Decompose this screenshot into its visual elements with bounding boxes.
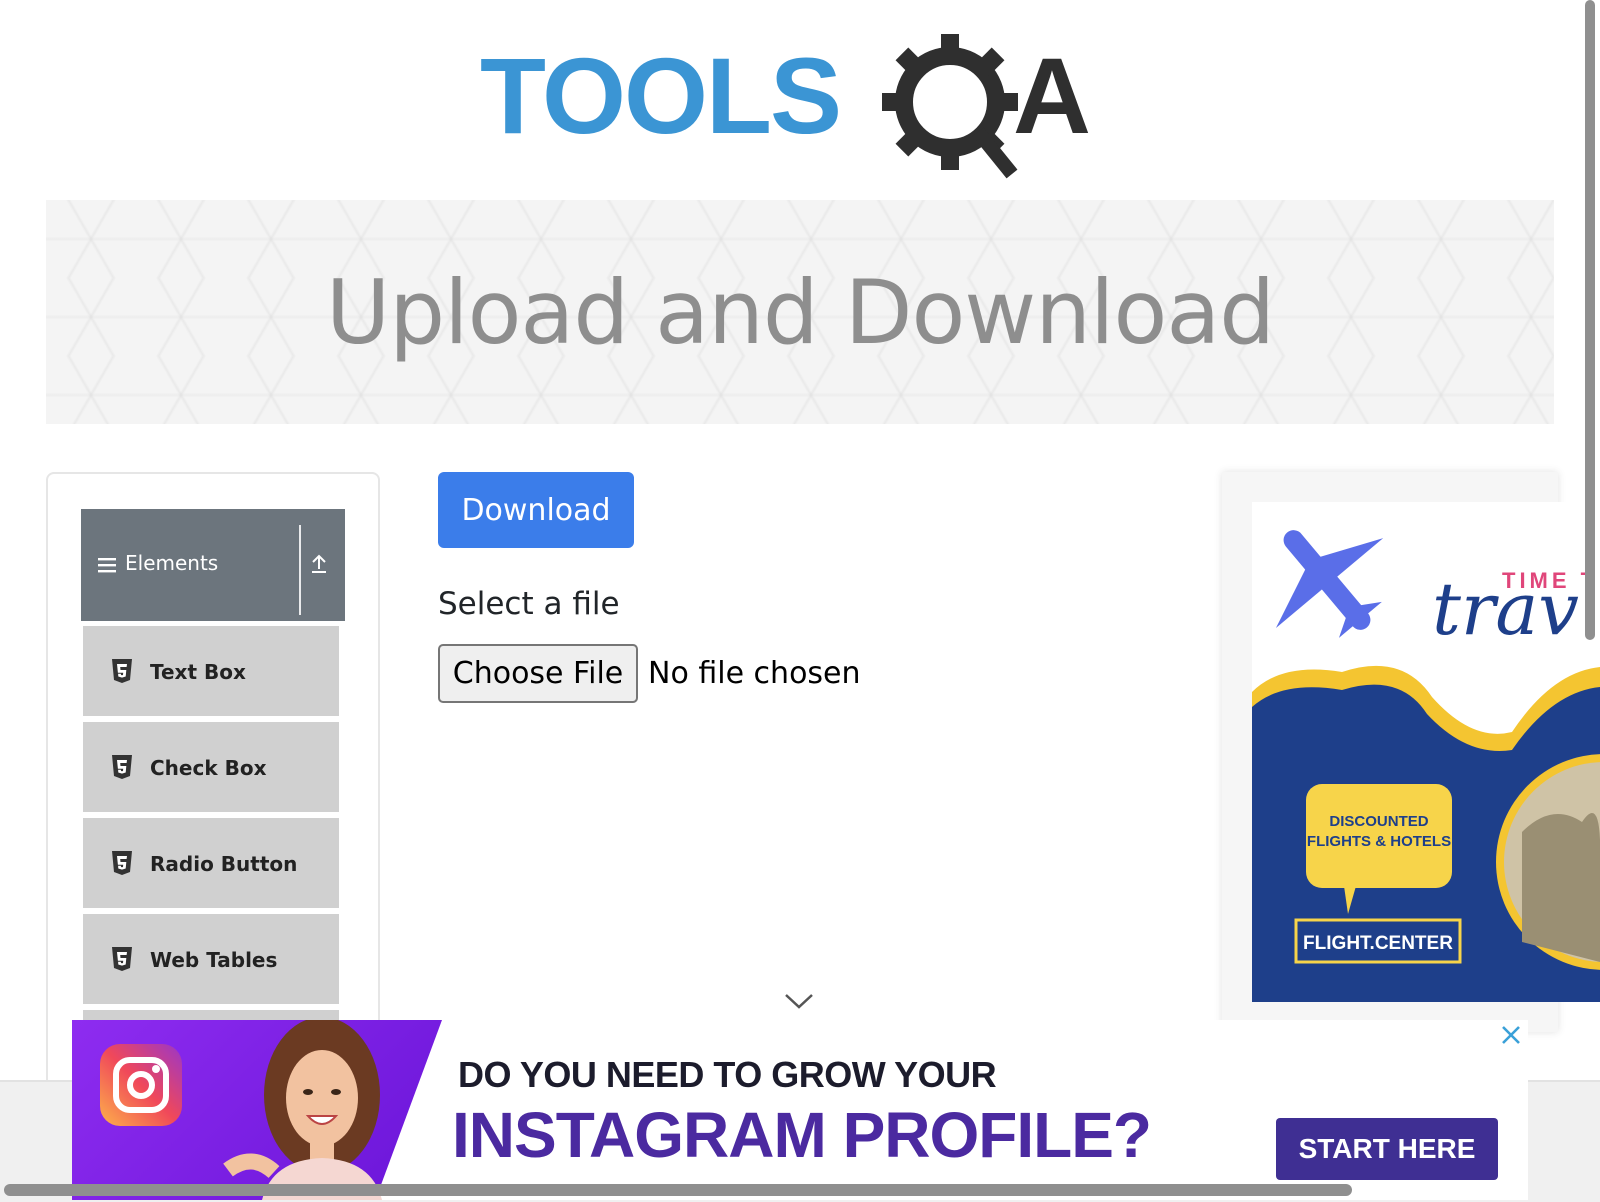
sidebar-item-label: Radio Button	[150, 852, 298, 876]
html5-icon	[112, 659, 132, 683]
horizontal-scrollbar[interactable]	[4, 1184, 1352, 1196]
sidebar-item-check-box[interactable]: Check Box	[83, 722, 339, 812]
download-button[interactable]: Download	[438, 472, 634, 548]
page-banner: Upload and Download	[46, 200, 1554, 424]
vertical-scrollbar[interactable]	[1585, 0, 1595, 640]
toolsqa-logo[interactable]: TOOLS A	[480, 30, 1130, 180]
collapse-arrow-icon[interactable]	[309, 553, 329, 575]
no-file-chosen-text: No file chosen	[648, 656, 861, 691]
ad-headline-line2: INSTAGRAM PROFILE?	[452, 1099, 1152, 1171]
html5-icon	[112, 947, 132, 971]
logo-text-a: A	[1013, 35, 1091, 156]
sidebar-item-radio-button[interactable]: Radio Button	[83, 818, 339, 908]
choose-file-button[interactable]: Choose File	[438, 644, 638, 703]
sidebar-panel: Elements Text Box Check Box Radio Button	[46, 472, 380, 1096]
sidebar-group-label: Elements	[125, 551, 219, 575]
hamburger-icon	[98, 558, 116, 573]
html5-icon	[112, 851, 132, 875]
select-file-label: Select a file	[438, 586, 620, 622]
ad-bubble-text-2: FLIGHTS & HOTELS	[1307, 833, 1451, 850]
close-icon[interactable]	[1500, 1024, 1522, 1046]
sidebar-group-elements[interactable]: Elements	[81, 509, 345, 621]
sidebar-item-label: Text Box	[150, 660, 246, 684]
sidebar-item-label: Check Box	[150, 756, 267, 780]
logo-text-tools: TOOLS	[480, 35, 840, 156]
sidebar-item-label: Web Tables	[150, 948, 278, 972]
travel-ad[interactable]: TIME T trav DISCOUNTED FLIGHTS & HOTELS …	[1252, 502, 1600, 1002]
group-divider	[299, 525, 301, 615]
start-here-button[interactable]: START HERE	[1276, 1118, 1498, 1180]
woman-image	[223, 1020, 382, 1200]
chevron-down-icon[interactable]	[784, 992, 814, 1010]
ad-brand: FLIGHT.CENTER	[1303, 933, 1453, 954]
ad-headline-line1: DO YOU NEED TO GROW YOUR	[458, 1054, 997, 1095]
instagram-ad[interactable]: DO YOU NEED TO GROW YOUR INSTAGRAM PROFI…	[72, 1020, 1528, 1200]
instagram-icon	[100, 1044, 182, 1126]
sidebar-item-web-tables[interactable]: Web Tables	[83, 914, 339, 1004]
ad-title-script: trav	[1432, 567, 1579, 651]
html5-icon	[112, 755, 132, 779]
page-title: Upload and Download	[325, 260, 1275, 364]
gear-icon	[882, 34, 1018, 179]
sidebar-item-text-box[interactable]: Text Box	[83, 626, 339, 716]
ad-bubble-text-1: DISCOUNTED	[1329, 813, 1428, 830]
